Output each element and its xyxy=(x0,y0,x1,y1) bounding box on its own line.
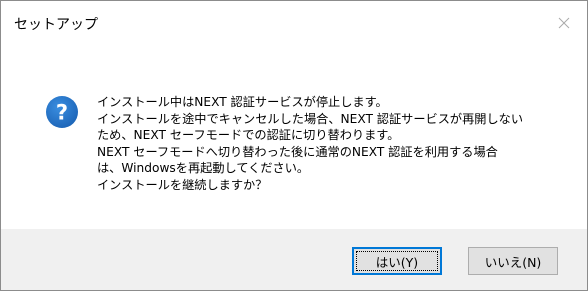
svg-text:?: ? xyxy=(56,101,68,125)
message-line: は、Windowsを再起動してください。 xyxy=(97,161,310,175)
yes-button-label: はい(Y) xyxy=(375,254,419,270)
message-line: インストール中はNEXT 認証サービスが停止します。 xyxy=(97,95,388,109)
question-icon: ? xyxy=(46,96,78,128)
dialog-content: ? インストール中はNEXT 認証サービスが停止します。 インストールを途中でキ… xyxy=(1,45,587,229)
title-bar[interactable]: セットアップ xyxy=(1,1,587,45)
no-button-label: いいえ(N) xyxy=(484,254,542,270)
setup-dialog: セットアップ ? インストール中はNEXT 認証サービスが停止します。 インスト… xyxy=(0,0,588,291)
message-text: インストール中はNEXT 認証サービスが停止します。 インストールを途中でキャン… xyxy=(97,94,567,193)
window-title: セットアップ xyxy=(14,17,98,33)
message-line: ため、NEXT セーフモードでの認証に切り替わります。 xyxy=(97,128,400,142)
message-line: インストールを継続しますか？ xyxy=(97,177,268,192)
yes-button[interactable]: はい(Y) xyxy=(352,247,442,275)
close-button[interactable] xyxy=(541,1,587,45)
message-line: NEXT セーフモードへ切り替わった後に通常のNEXT 認証を利用する場合 xyxy=(97,144,498,159)
message-line: インストールを途中でキャンセルした場合、NEXT 認証サービスが再開しない xyxy=(97,111,524,126)
no-button[interactable]: いいえ(N) xyxy=(468,247,558,275)
button-bar: はい(Y) いいえ(N) xyxy=(1,229,587,290)
close-icon xyxy=(558,17,570,29)
